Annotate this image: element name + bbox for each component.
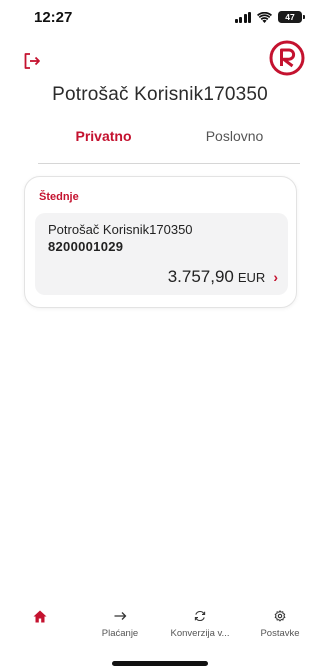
nav-label-payments: Plaćanje [101,628,139,639]
arrow-right-icon [114,608,127,624]
wifi-icon [257,11,272,23]
savings-card: Štednje Potrošač Korisnik170350 82000010… [24,176,297,308]
account-holder: Potrošač Korisnik170350 [48,222,193,237]
home-icon [33,608,47,624]
savings-account-item[interactable]: Potrošač Korisnik170350 8200001029 3.757… [35,213,288,295]
bottom-nav: Plaćanje Konverzija v... Postavke [0,608,320,648]
logout-icon[interactable] [22,51,42,71]
chevron-right-icon[interactable]: › [273,269,278,285]
battery-level: 47 [285,12,295,22]
account-type-tabs: Privatno Poslovno [38,126,300,164]
status-time: 12:27 [34,9,73,26]
signal-icon [234,11,251,23]
user-name: Potrošač Korisnik170350 [52,84,268,105]
nav-item-settings[interactable]: Postavke [240,608,320,648]
tab-private[interactable]: Privatno [38,126,169,163]
savings-title: Štednje [39,191,79,203]
nav-item-payments[interactable]: Plaćanje [80,608,160,648]
account-number: 8200001029 [48,239,124,254]
brand-r-logo-icon [269,40,305,76]
nav-label-settings: Postavke [260,628,300,639]
gear-icon [274,608,286,624]
balance-row: 3.757,90 EUR › [168,267,278,287]
refresh-icon [194,608,206,624]
battery-icon: 47 [278,11,305,23]
status-icons: 47 [234,11,305,23]
balance-currency: EUR [237,270,266,285]
nav-label-conversion: Konverzija v... [170,628,230,639]
tab-business[interactable]: Poslovno [169,126,300,163]
nav-item-home[interactable] [0,608,80,648]
nav-item-conversion[interactable]: Konverzija v... [160,608,240,648]
balance-amount: 3.757,90 [167,267,234,286]
status-bar: 12:27 47 [0,0,320,36]
home-indicator [112,661,208,666]
